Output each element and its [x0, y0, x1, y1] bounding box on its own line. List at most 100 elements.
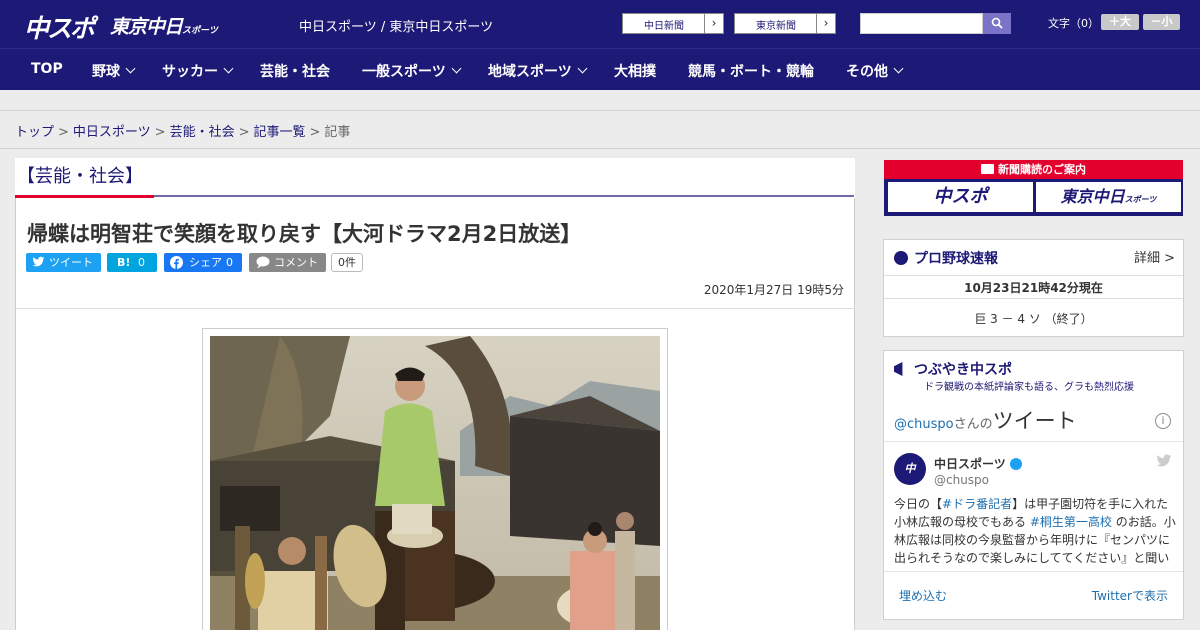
divider: [884, 441, 1183, 442]
tokyo-logo-small: スポーツ: [182, 26, 218, 36]
baseball-detail-link[interactable]: 詳細 >: [1134, 247, 1175, 266]
search-input[interactable]: [860, 13, 983, 34]
chevron-down-icon: [893, 63, 904, 74]
font-smaller-button[interactable]: －小: [1143, 14, 1180, 30]
hatena-icon: B!: [117, 256, 131, 269]
ext-link-label: 東京新聞: [756, 21, 796, 32]
tweet-text-part: 今日の【: [894, 497, 943, 511]
breadcrumb-separator: >: [238, 125, 250, 140]
breadcrumb-separator: >: [58, 125, 69, 140]
tweets-subtitle: ドラ観戦の本紙評論家も語る、グラも熱烈応援: [924, 382, 1134, 393]
verified-badge-icon: [1009, 458, 1022, 470]
tweet-text-part: のお話。小: [1111, 515, 1176, 529]
baseball-score[interactable]: 巨 3 － 4 ソ （終了）: [884, 310, 1183, 327]
timeline-header: @chuspoさんのツイート: [894, 405, 1077, 435]
facebook-share-count: 0: [226, 256, 233, 269]
breadcrumb-article-list[interactable]: 記事一覧: [254, 125, 306, 140]
nav-label: 競馬・ボート・競輪: [688, 64, 814, 80]
ext-link-label: 中日新聞: [644, 21, 684, 32]
baseball-scores-box: プロ野球速報 詳細 > 10月23日21時42分現在 巨 3 － 4 ソ （終了…: [883, 239, 1184, 337]
tweet-user-name[interactable]: 中日スポーツ: [934, 455, 1022, 472]
font-larger-button[interactable]: ＋大: [1101, 14, 1139, 30]
article-photo[interactable]: [210, 336, 660, 630]
nav-item-racing[interactable]: 競馬・ボート・競輪: [688, 61, 814, 81]
nav-item-entertainment[interactable]: 芸能・社会: [260, 61, 330, 81]
chevron-right-icon: ›: [816, 14, 835, 33]
chuspo-logo[interactable]: 中スポ: [24, 9, 95, 45]
tweet-user-handle[interactable]: @chuspo: [934, 473, 989, 487]
nav-item-other[interactable]: その他: [846, 61, 904, 81]
nav-item-baseball[interactable]: 野球: [92, 61, 136, 81]
tokyo-chunichi-logo[interactable]: 東京中日スポーツ: [110, 12, 218, 39]
search-icon: [991, 17, 1003, 29]
comment-button[interactable]: コメント: [249, 253, 326, 272]
newspaper-icon: [981, 164, 994, 174]
view-on-twitter-link[interactable]: Twitterで表示: [1092, 587, 1168, 604]
tokyo-logo-text: 東京中日: [110, 16, 183, 38]
embed-link[interactable]: 埋め込む: [899, 587, 947, 604]
chunichi-shimbun-link[interactable]: 中日新聞 ›: [622, 13, 724, 34]
main-navigation: TOP 野球 サッカー 芸能・社会 一般スポーツ 地域スポーツ 大相撲 競馬・ボ…: [0, 48, 1200, 90]
hashtag-link[interactable]: #ドラ番記者: [942, 497, 1012, 511]
site-links[interactable]: 中日スポーツ / 東京中日スポーツ: [299, 16, 493, 35]
nav-item-general-sports[interactable]: 一般スポーツ: [362, 61, 462, 81]
tweet-button[interactable]: ツイート: [26, 253, 101, 272]
subscription-banner[interactable]: 新聞購読のご案内 中スポ 東京中日スポーツ: [884, 160, 1183, 216]
timeline-heading: ツイート: [992, 409, 1077, 433]
tweet-line: 小林広報の母校でもある #桐生第一高校 のお話。小: [894, 513, 1176, 531]
comment-count[interactable]: 0件: [331, 253, 363, 272]
tweet-line: 林広報は同校の今泉監督から年明けに『センパツに: [894, 533, 1171, 547]
twitter-bird-icon[interactable]: [1156, 454, 1172, 468]
tweets-box: つぶやき中スポ ドラ観戦の本紙評論家も語る、グラも熱烈応援 @chuspoさんの…: [883, 350, 1184, 620]
breadcrumb-chunichi-sports[interactable]: 中日スポーツ: [73, 125, 151, 140]
breadcrumb-top[interactable]: トップ: [15, 125, 54, 140]
article: 帰蝶は明智荘で笑顔を取り戻す【大河ドラマ2月2日放送】 ツイート B! 0 シェ…: [15, 198, 855, 630]
tweet-label: ツイート: [49, 256, 93, 269]
nav-item-sumo[interactable]: 大相撲: [614, 61, 656, 81]
nav-label: 地域スポーツ: [488, 64, 572, 80]
category-heading: 【芸能・社会】: [15, 158, 855, 198]
subscription-banner-title-text: 新聞購読のご案内: [998, 163, 1086, 176]
timeline-handle[interactable]: @chuspo: [894, 417, 954, 432]
hatena-count: 0: [138, 256, 145, 269]
tweets-title: つぶやき中スポ: [894, 359, 1012, 379]
chevron-right-icon: ›: [704, 14, 723, 33]
chevron-down-icon: [451, 63, 462, 74]
search-button[interactable]: [983, 13, 1011, 34]
speech-bubble-icon: [256, 256, 270, 269]
nav-item-soccer[interactable]: サッカー: [162, 61, 234, 81]
comment-label: コメント: [274, 256, 318, 269]
nav-label: その他: [846, 64, 888, 80]
nav-label: 芸能・社会: [260, 64, 330, 80]
facebook-share-label: シェア: [189, 256, 222, 269]
divider: [884, 275, 1183, 276]
tweet-line: 今日の【#ドラ番記者】は甲子園切符を手に入れた: [894, 495, 1176, 513]
divider: [16, 308, 854, 309]
chevron-down-icon: [125, 63, 136, 74]
site-header: 中スポ 東京中日スポーツ 中日スポーツ / 東京中日スポーツ 中日新聞 › 東京…: [0, 0, 1200, 48]
tokyo-shimbun-link[interactable]: 東京新聞 ›: [734, 13, 836, 34]
avatar[interactable]: 中: [894, 453, 926, 485]
nav-item-regional-sports[interactable]: 地域スポーツ: [488, 61, 588, 81]
nav-label: 一般スポーツ: [362, 64, 446, 80]
tokyo-chunichi-logo: 東京中日スポーツ: [1036, 182, 1181, 212]
article-photo-frame: [202, 328, 668, 630]
breadcrumb-entertainment[interactable]: 芸能・社会: [170, 125, 235, 140]
chevron-down-icon: [223, 63, 234, 74]
breadcrumb: トップ > 中日スポーツ > 芸能・社会 > 記事一覧 > 記事: [15, 121, 350, 140]
font-size-label: 文字（0）: [1048, 17, 1099, 30]
nav-item-top[interactable]: TOP: [31, 61, 63, 77]
facebook-share-button[interactable]: シェア 0: [164, 253, 242, 272]
baseball-icon: [894, 251, 908, 265]
tokyo-logo-small: スポーツ: [1124, 195, 1157, 204]
tweet-line: 出られそうなので楽しみにしててください』と聞い: [894, 551, 1170, 565]
divider: [884, 571, 1183, 572]
hashtag-link[interactable]: #桐生第一高校: [1030, 515, 1112, 529]
breadcrumb-separator: >: [309, 125, 321, 140]
article-title: 帰蝶は明智荘で笑顔を取り戻す【大河ドラマ2月2日放送】: [27, 222, 582, 246]
publish-date: 2020年1月27日 19時5分: [703, 283, 844, 297]
info-icon[interactable]: i: [1155, 413, 1171, 429]
hatena-bookmark-button[interactable]: B! 0: [107, 253, 157, 272]
breadcrumb-current: 記事: [324, 125, 351, 140]
tweet-user-name-text: 中日スポーツ: [934, 457, 1006, 471]
